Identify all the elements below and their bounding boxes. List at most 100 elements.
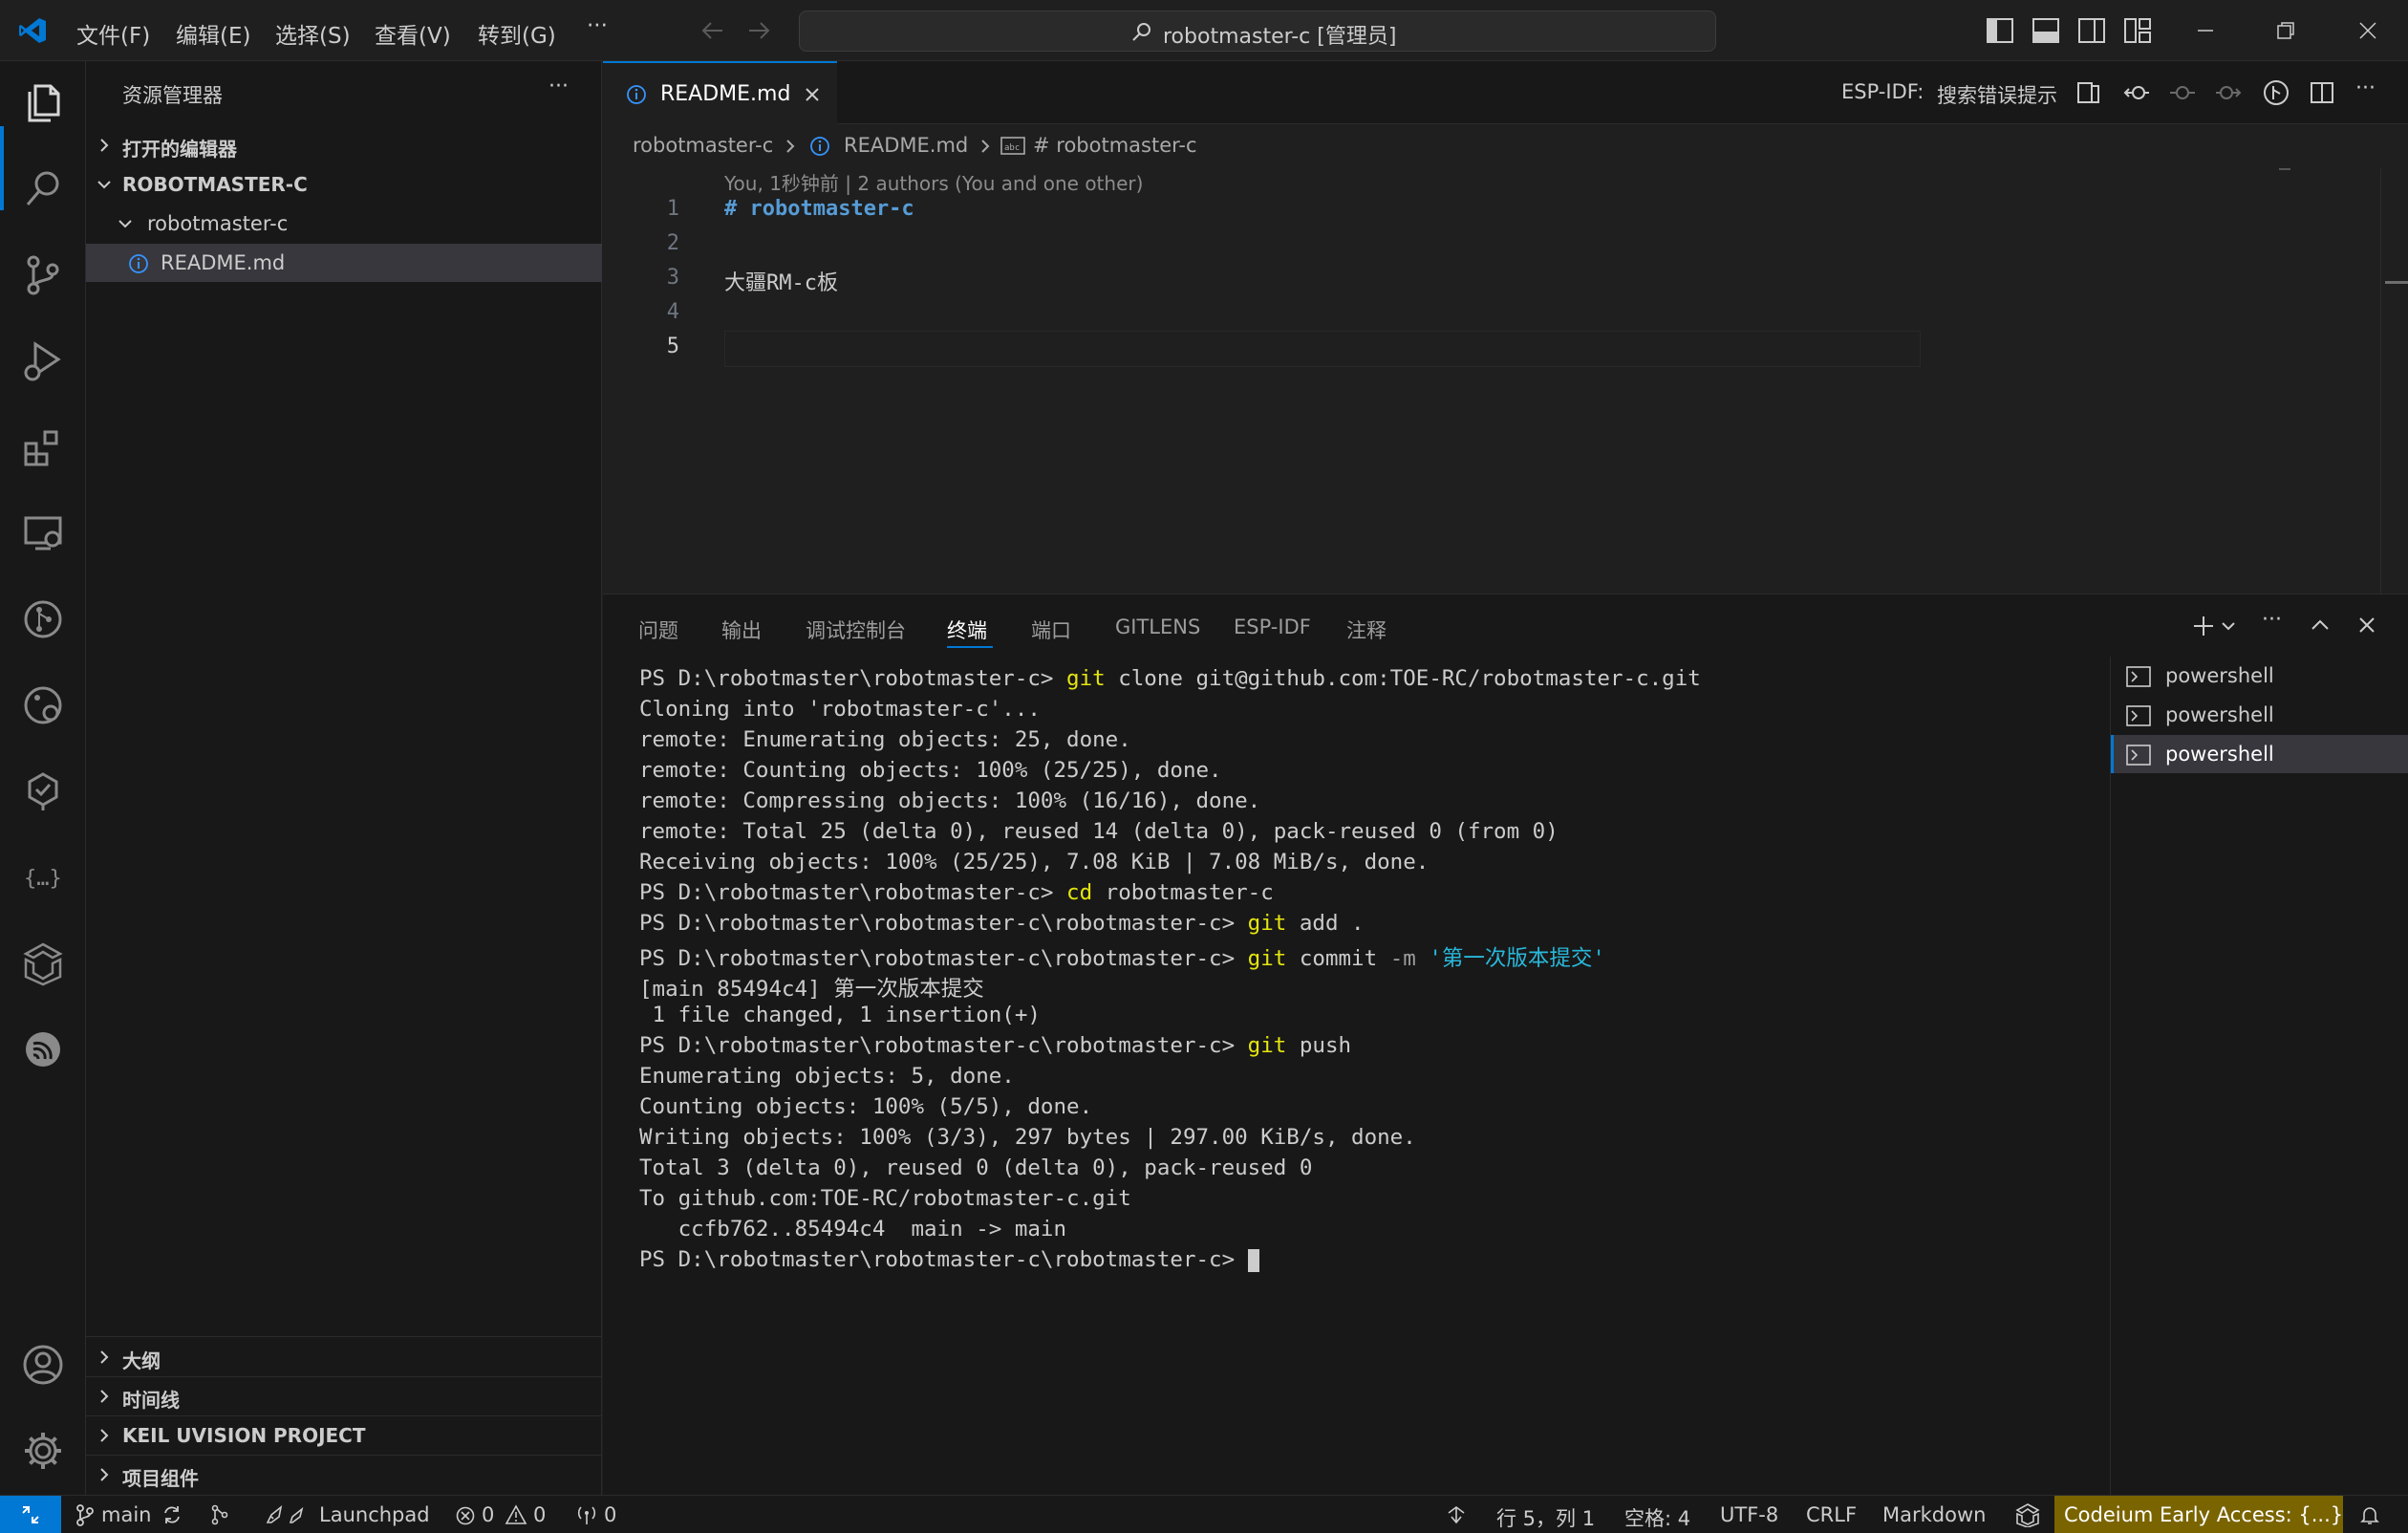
command-center-search[interactable]: robotmaster-c [管理员] [799,11,1716,52]
menu-view[interactable]: 查看(V) [375,17,451,50]
terminal-item[interactable]: powershell [2111,696,2408,734]
accessibility-icon[interactable] [1443,1503,1468,1526]
git-commit-icon[interactable] [2168,80,2197,105]
tab-problems[interactable]: 问题 [638,615,678,644]
esp-idf-icon[interactable] [20,1026,66,1072]
codeium-icon[interactable] [20,940,66,986]
terminal-item[interactable]: powershell [2111,657,2408,695]
ports-count[interactable]: 0 [604,1503,616,1526]
open-preview-icon[interactable] [2076,80,2101,105]
panel-more-button[interactable]: ··· [2262,608,2282,632]
json-braces-icon[interactable]: {…} [20,854,66,900]
sync-icon[interactable] [161,1503,183,1526]
divider [86,1336,602,1337]
remote-explorer-icon[interactable] [20,510,66,556]
menu-go[interactable]: 转到(G) [478,17,556,50]
language-mode[interactable]: Markdown [1882,1503,1986,1526]
terminal-line: Cloning into 'robotmaster-c'... [639,697,1041,722]
git-graph-icon[interactable] [208,1503,231,1526]
editor-more-button[interactable]: ··· [2355,76,2376,100]
codeium-early-access-button[interactable]: Codeium Early Access: {...} [2054,1496,2343,1533]
menu-edit[interactable]: 编辑(E) [176,17,250,50]
search-icon[interactable] [20,166,66,212]
code-editor[interactable]: You, 1秒钟前 | 2 authors (You and one other… [603,168,2408,594]
terminal-output[interactable]: PS D:\robotmaster\robotmaster-c> git clo… [639,666,2092,1488]
menu-file[interactable]: 文件(F) [76,17,150,50]
encoding[interactable]: UTF-8 [1720,1503,1778,1526]
run-debug-icon[interactable] [20,338,66,384]
toggle-secondary-sidebar-icon[interactable] [2077,17,2106,44]
launchpad-rocket-icon [266,1505,304,1523]
accounts-icon[interactable] [20,1342,66,1388]
menu-more-button[interactable]: ··· [587,13,608,38]
git-compare-next-icon[interactable] [2214,80,2243,105]
settings-gear-icon[interactable] [20,1428,66,1474]
source-control-icon[interactable] [20,252,66,298]
nav-forward-icon[interactable] [745,19,772,42]
indentation[interactable]: 空格: 4 [1624,1503,1690,1532]
chevron-down-icon [118,220,132,228]
editor-tab-bar: README.md ESP-IDF: 搜索错误提示 ··· [603,61,2408,124]
toggle-primary-sidebar-icon[interactable] [1986,17,2014,44]
nav-back-icon[interactable] [699,19,726,42]
gitlens-icon[interactable] [20,596,66,642]
branch-name[interactable]: main [101,1503,151,1526]
esp-idf-search-errors-button[interactable]: 搜索错误提示 [1937,80,2057,109]
tab-terminal[interactable]: 终端 [947,615,987,644]
active-indicator [0,126,4,210]
explorer-icon[interactable] [20,80,66,126]
close-tab-icon[interactable] [804,86,821,103]
terminal-item-active[interactable]: powershell [2111,735,2408,773]
codeium-status-icon[interactable] [2014,1502,2041,1527]
tab-gitlens[interactable]: GITLENS [1115,615,1200,638]
remote-indicator-button[interactable] [0,1496,61,1533]
testing-icon[interactable] [20,768,66,814]
maximize-panel-icon[interactable] [2310,615,2331,635]
folder-robotmaster-c[interactable]: robotmaster-c [86,205,602,243]
keil-project-section[interactable]: KEIL UVISION PROJECT [86,1416,602,1455]
new-terminal-icon[interactable] [2191,614,2216,638]
breadcrumb-folder[interactable]: robotmaster-c [633,134,773,157]
minimize-icon[interactable] [2194,19,2217,42]
tab-output[interactable]: 输出 [721,615,762,644]
close-panel-icon[interactable] [2357,615,2376,635]
toggle-panel-icon[interactable] [2032,17,2060,44]
end-of-line[interactable]: CRLF [1806,1503,1857,1526]
gitlens-inspect-icon[interactable] [20,682,66,728]
close-window-icon[interactable] [2356,19,2379,42]
gitlens-toggle-icon[interactable] [2262,78,2290,107]
tab-debug-console[interactable]: 调试控制台 [806,615,906,644]
launchpad-button[interactable]: Launchpad [319,1503,430,1526]
search-icon [1132,23,1150,41]
breadcrumb-file[interactable]: README.md [844,134,968,157]
terminal-icon [2126,705,2151,726]
error-count[interactable]: 0 [482,1503,494,1526]
sidebar-more-button[interactable]: ··· [548,75,569,98]
notifications-bell-icon[interactable] [2358,1503,2381,1526]
editor-scrollbar[interactable] [2380,168,2408,594]
customize-layout-icon[interactable] [2123,17,2152,44]
tab-readme[interactable]: README.md [603,61,837,124]
workspace-root-section[interactable]: ROBOTMASTER-C [86,165,602,204]
warning-count[interactable]: 0 [533,1503,546,1526]
git-blame-codelens[interactable]: You, 1秒钟前 | 2 authors (You and one other… [724,168,1143,196]
timeline-section[interactable]: 时间线 [86,1377,602,1415]
open-editors-section[interactable]: 打开的编辑器 [86,126,602,164]
info-icon [810,137,829,156]
split-editor-icon[interactable] [2310,80,2334,105]
restore-icon[interactable] [2274,19,2297,42]
chevron-down-icon[interactable] [2220,619,2237,635]
error-icon [456,1506,475,1525]
file-readme[interactable]: README.md [86,244,602,282]
tab-comments[interactable]: 注释 [1346,615,1387,644]
tab-esp-idf[interactable]: ESP-IDF [1234,615,1311,638]
tab-ports[interactable]: 端口 [1031,615,1071,644]
menu-selection[interactable]: 选择(S) [275,17,351,50]
breadcrumb-symbol[interactable]: # robotmaster-c [1033,134,1197,157]
code-line: # robotmaster-c [724,197,914,221]
outline-section[interactable]: 大纲 [86,1338,602,1376]
cursor-position[interactable]: 行 5，列 1 [1496,1503,1595,1532]
extensions-icon[interactable] [20,424,66,470]
git-compare-previous-icon[interactable] [2122,80,2151,105]
project-components-section[interactable]: 项目组件 [86,1456,602,1494]
